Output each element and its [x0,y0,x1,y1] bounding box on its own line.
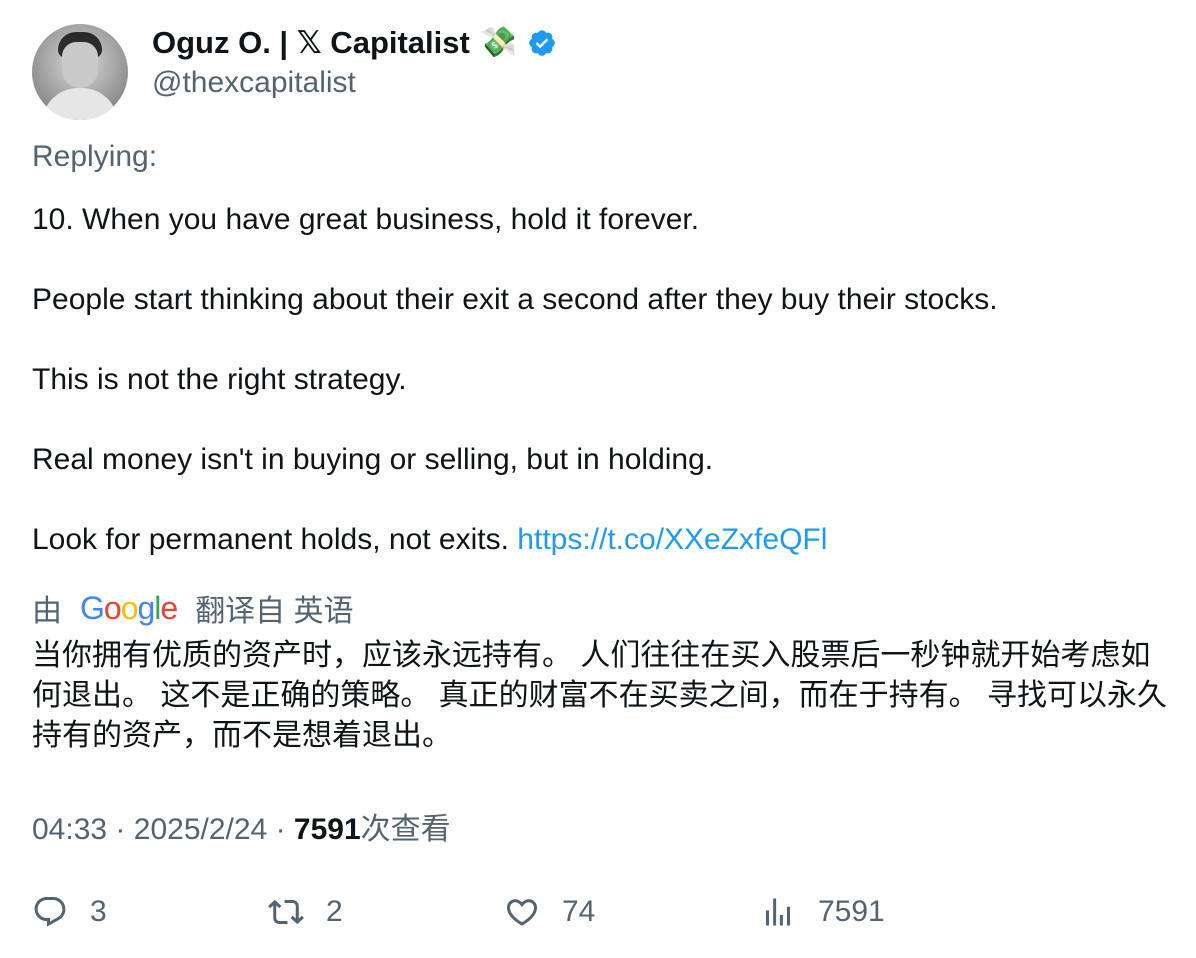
reply-icon [34,897,66,927]
tweet-time[interactable]: 04:33 [32,813,107,846]
like-button[interactable]: 74 [504,890,595,934]
views-button[interactable]: 7591 [760,890,885,934]
tweet-paragraph-text: Look for permanent holds, not exits. [32,523,509,556]
retweet-button[interactable]: 2 [268,890,343,934]
views-label: 次查看 [360,813,451,846]
reply-count: 3 [90,895,107,928]
replying-label: Replying: [32,140,158,173]
tweet-date[interactable]: 2025/2/24 [134,813,267,846]
reply-button[interactable]: 3 [32,890,107,934]
tweet-link[interactable]: https://t.co/XXeZxfeQFl [517,523,827,556]
views-action-count: 7591 [818,895,885,928]
heart-icon [506,899,538,926]
verified-badge-icon[interactable] [527,28,557,58]
tweet-body: 10. When you have great business, hold i… [32,200,1172,560]
money-with-wings-icon: 💸 [479,26,518,59]
views-count: 7591 [293,813,361,846]
translation-suffix: 翻译自 英语 [195,595,354,628]
translation-prefix: 由 [32,595,62,628]
author-names: Oguz O. | 𝕏 Capitalist 💸 @thexcapitalist [152,24,557,100]
tweet-paragraph: This is not the right strategy. [32,363,407,396]
translation-attribution[interactable]: 由 Google 翻译自 英语 [32,586,354,630]
meta-separator: · [115,813,126,846]
avatar-face [62,42,98,88]
display-name[interactable]: Oguz O. | 𝕏 Capitalist [152,25,470,61]
retweet-icon [268,899,304,925]
tweet-paragraph: 10. When you have great business, hold i… [32,203,700,236]
tweet-header: Oguz O. | 𝕏 Capitalist 💸 @thexcapitalist [32,24,557,120]
display-name-row: Oguz O. | 𝕏 Capitalist 💸 [152,25,557,61]
translated-text: 当你拥有优质的资产时，应该永远持有。 人们往往在买入股票后一秒钟就开始考虑如何退… [32,639,1168,752]
retweet-count: 2 [326,895,343,928]
avatar[interactable] [32,24,128,120]
tweet-paragraph-last: Look for permanent holds, not exits. htt… [32,520,1172,560]
meta-separator: · [275,813,286,846]
author-handle[interactable]: @thexcapitalist [152,66,557,100]
avatar-shirt [42,88,118,120]
tweet-meta: 04:33 · 2025/2/24 · 7591次查看 [32,804,451,848]
action-bar: 3 2 74 7591 [32,890,1172,934]
google-logo: Google [80,589,178,626]
like-count: 74 [562,895,596,928]
analytics-icon [766,898,790,926]
tweet-paragraph: People start thinking about their exit a… [32,283,998,316]
tweet-paragraph: Real money isn't in buying or selling, b… [32,443,714,476]
